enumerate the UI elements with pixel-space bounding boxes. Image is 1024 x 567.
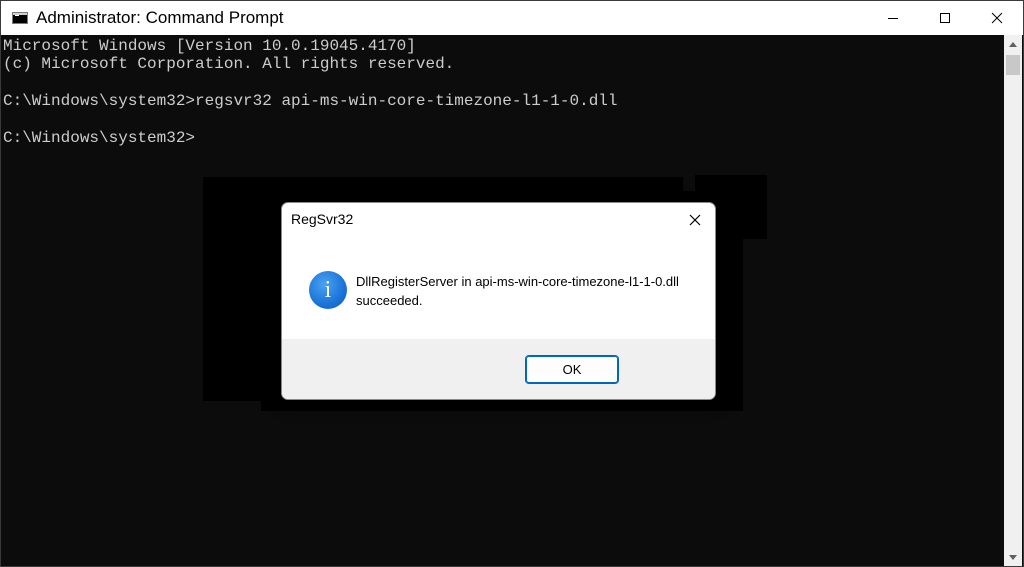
command-prompt-window: Administrator: Command Prompt Microsoft …: [0, 0, 1024, 567]
info-icon: i: [309, 271, 347, 309]
minimize-button[interactable]: [867, 1, 919, 35]
dialog-message: DllRegisterServer in api-ms-win-core-tim…: [356, 272, 679, 310]
close-icon: [991, 12, 1003, 24]
arrow-up-icon: [1009, 41, 1017, 47]
maximize-icon: [940, 13, 950, 23]
window-controls: [867, 1, 1023, 35]
scroll-down-button[interactable]: [1004, 548, 1022, 566]
console-line: Microsoft Windows [Version 10.0.19045.41…: [3, 37, 416, 55]
close-button[interactable]: [971, 1, 1023, 35]
vertical-scrollbar[interactable]: [1004, 35, 1022, 566]
close-icon: [689, 214, 701, 226]
dialog-message-line: succeeded.: [356, 293, 423, 308]
dialog-footer: OK: [282, 339, 715, 399]
scroll-up-button[interactable]: [1004, 35, 1022, 53]
regsvr32-dialog: RegSvr32 i DllRegisterServer in api-ms-w…: [281, 202, 716, 400]
dialog-message-line: DllRegisterServer in api-ms-win-core-tim…: [356, 274, 679, 289]
title-bar[interactable]: Administrator: Command Prompt: [1, 1, 1023, 35]
dialog-body: i DllRegisterServer in api-ms-win-core-t…: [282, 239, 715, 339]
console-app-icon: [12, 12, 28, 24]
maximize-button[interactable]: [919, 1, 971, 35]
console-line: (c) Microsoft Corporation. All rights re…: [3, 55, 455, 73]
ok-button[interactable]: OK: [525, 355, 619, 384]
dialog-title: RegSvr32: [291, 211, 354, 227]
console-line: C:\Windows\system32>: [3, 129, 196, 147]
console-line: C:\Windows\system32>regsvr32 api-ms-win-…: [3, 92, 618, 110]
dialog-close-button[interactable]: [683, 208, 707, 232]
window-title: Administrator: Command Prompt: [36, 8, 284, 27]
scroll-thumb[interactable]: [1006, 55, 1020, 75]
arrow-down-icon: [1009, 554, 1017, 560]
minimize-icon: [888, 18, 898, 19]
